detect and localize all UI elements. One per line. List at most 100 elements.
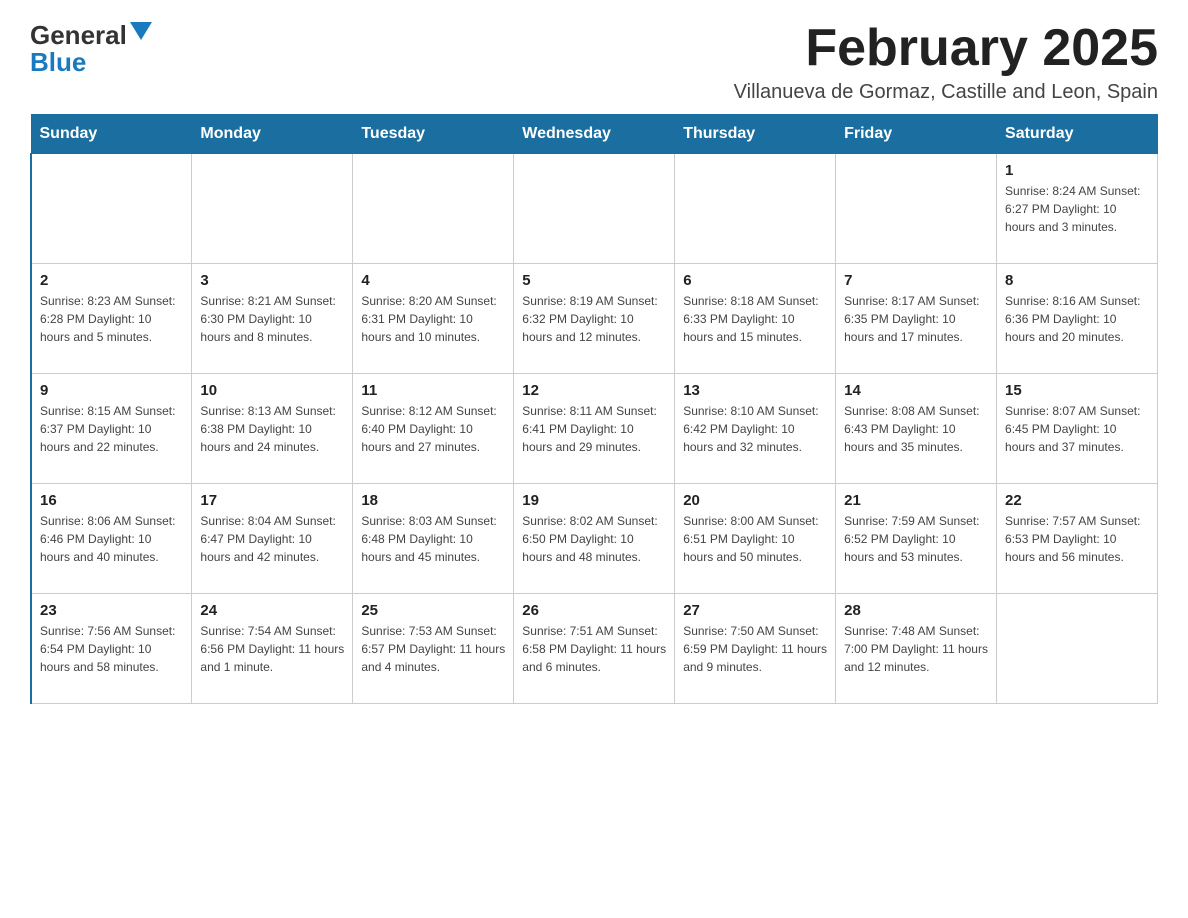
logo-triangle-icon <box>130 22 152 40</box>
calendar-cell: 3 Sunrise: 8:21 AM Sunset: 6:30 PM Daylig… <box>192 264 353 374</box>
day-info: Sunrise: 8:19 AM Sunset: 6:32 PM Dayligh… <box>522 292 666 346</box>
day-info: Sunrise: 8:02 AM Sunset: 6:50 PM Dayligh… <box>522 512 666 566</box>
day-number: 25 <box>361 602 505 619</box>
day-number: 23 <box>40 602 183 619</box>
calendar-cell: 24 Sunrise: 7:54 AM Sunset: 6:56 PM Dayli… <box>192 594 353 704</box>
calendar-cell: 14 Sunrise: 8:08 AM Sunset: 6:43 PM Dayli… <box>836 374 997 484</box>
day-info: Sunrise: 7:56 AM Sunset: 6:54 PM Dayligh… <box>40 622 183 676</box>
day-number: 24 <box>200 602 344 619</box>
day-number: 16 <box>40 492 183 509</box>
day-number: 18 <box>361 492 505 509</box>
day-number: 21 <box>844 492 988 509</box>
calendar-cell: 18 Sunrise: 8:03 AM Sunset: 6:48 PM Dayli… <box>353 484 514 594</box>
day-info: Sunrise: 8:17 AM Sunset: 6:35 PM Dayligh… <box>844 292 988 346</box>
day-info: Sunrise: 8:23 AM Sunset: 6:28 PM Dayligh… <box>40 292 183 346</box>
calendar-cell: 28 Sunrise: 7:48 AM Sunset: 7:00 PM Dayli… <box>836 594 997 704</box>
calendar-cell: 6Sunrise: 8:18 AM Sunset: 6:33 PM Daylig… <box>675 264 836 374</box>
day-info: Sunrise: 8:04 AM Sunset: 6:47 PM Dayligh… <box>200 512 344 566</box>
day-info: Sunrise: 8:21 AM Sunset: 6:30 PM Dayligh… <box>200 292 344 346</box>
calendar-cell: 1 Sunrise: 8:24 AM Sunset: 6:27 PM Daylig… <box>997 154 1158 264</box>
calendar-cell <box>192 154 353 264</box>
day-number: 19 <box>522 492 666 509</box>
calendar-cell: 4 Sunrise: 8:20 AM Sunset: 6:31 PM Daylig… <box>353 264 514 374</box>
day-number: 28 <box>844 602 988 619</box>
day-info: Sunrise: 8:13 AM Sunset: 6:38 PM Dayligh… <box>200 402 344 456</box>
day-info: Sunrise: 7:59 AM Sunset: 6:52 PM Dayligh… <box>844 512 988 566</box>
day-number: 8 <box>1005 272 1149 289</box>
col-sunday: Sunday <box>31 115 192 154</box>
day-number: 6 <box>683 272 827 289</box>
day-number: 10 <box>200 382 344 399</box>
calendar-cell <box>997 594 1158 704</box>
col-monday: Monday <box>192 115 353 154</box>
day-number: 5 <box>522 272 666 289</box>
day-number: 27 <box>683 602 827 619</box>
day-number: 20 <box>683 492 827 509</box>
calendar-cell: 26 Sunrise: 7:51 AM Sunset: 6:58 PM Dayli… <box>514 594 675 704</box>
day-info: Sunrise: 8:08 AM Sunset: 6:43 PM Dayligh… <box>844 402 988 456</box>
calendar-cell: 7Sunrise: 8:17 AM Sunset: 6:35 PM Daylig… <box>836 264 997 374</box>
day-number: 11 <box>361 382 505 399</box>
calendar-cell: 11 Sunrise: 8:12 AM Sunset: 6:40 PM Dayli… <box>353 374 514 484</box>
col-tuesday: Tuesday <box>353 115 514 154</box>
day-number: 15 <box>1005 382 1149 399</box>
calendar-cell: 12 Sunrise: 8:11 AM Sunset: 6:41 PM Dayli… <box>514 374 675 484</box>
calendar-row-2: 9Sunrise: 8:15 AM Sunset: 6:37 PM Daylig… <box>31 374 1158 484</box>
calendar-cell: 23 Sunrise: 7:56 AM Sunset: 6:54 PM Dayli… <box>31 594 192 704</box>
header: General Blue February 2025 Villanueva de… <box>30 20 1158 104</box>
calendar-cell: 17 Sunrise: 8:04 AM Sunset: 6:47 PM Dayli… <box>192 484 353 594</box>
calendar-cell: 2 Sunrise: 8:23 AM Sunset: 6:28 PM Daylig… <box>31 264 192 374</box>
day-number: 14 <box>844 382 988 399</box>
calendar-cell: 5 Sunrise: 8:19 AM Sunset: 6:32 PM Daylig… <box>514 264 675 374</box>
day-number: 12 <box>522 382 666 399</box>
calendar-row-4: 23 Sunrise: 7:56 AM Sunset: 6:54 PM Dayli… <box>31 594 1158 704</box>
calendar-row-0: 1 Sunrise: 8:24 AM Sunset: 6:27 PM Daylig… <box>31 154 1158 264</box>
calendar-cell <box>353 154 514 264</box>
day-number: 3 <box>200 272 344 289</box>
day-number: 13 <box>683 382 827 399</box>
calendar-cell: 9Sunrise: 8:15 AM Sunset: 6:37 PM Daylig… <box>31 374 192 484</box>
day-info: Sunrise: 7:51 AM Sunset: 6:58 PM Dayligh… <box>522 622 666 676</box>
day-info: Sunrise: 7:57 AM Sunset: 6:53 PM Dayligh… <box>1005 512 1149 566</box>
day-info: Sunrise: 8:06 AM Sunset: 6:46 PM Dayligh… <box>40 512 183 566</box>
day-number: 17 <box>200 492 344 509</box>
logo-text-blue: Blue <box>30 47 86 78</box>
day-info: Sunrise: 8:10 AM Sunset: 6:42 PM Dayligh… <box>683 402 827 456</box>
day-number: 22 <box>1005 492 1149 509</box>
calendar-row-3: 16 Sunrise: 8:06 AM Sunset: 6:46 PM Dayli… <box>31 484 1158 594</box>
day-info: Sunrise: 8:24 AM Sunset: 6:27 PM Dayligh… <box>1005 182 1149 236</box>
day-number: 4 <box>361 272 505 289</box>
subtitle: Villanueva de Gormaz, Castille and Leon,… <box>734 81 1158 104</box>
day-info: Sunrise: 8:07 AM Sunset: 6:45 PM Dayligh… <box>1005 402 1149 456</box>
day-info: Sunrise: 7:54 AM Sunset: 6:56 PM Dayligh… <box>200 622 344 676</box>
day-info: Sunrise: 8:00 AM Sunset: 6:51 PM Dayligh… <box>683 512 827 566</box>
calendar-row-1: 2 Sunrise: 8:23 AM Sunset: 6:28 PM Daylig… <box>31 264 1158 374</box>
calendar-cell <box>675 154 836 264</box>
col-friday: Friday <box>836 115 997 154</box>
day-number: 26 <box>522 602 666 619</box>
day-number: 1 <box>1005 162 1149 179</box>
calendar-cell: 15 Sunrise: 8:07 AM Sunset: 6:45 PM Dayli… <box>997 374 1158 484</box>
calendar-cell: 21 Sunrise: 7:59 AM Sunset: 6:52 PM Dayli… <box>836 484 997 594</box>
day-number: 2 <box>40 272 183 289</box>
day-info: Sunrise: 8:16 AM Sunset: 6:36 PM Dayligh… <box>1005 292 1149 346</box>
calendar-cell <box>31 154 192 264</box>
calendar-cell: 10 Sunrise: 8:13 AM Sunset: 6:38 PM Dayli… <box>192 374 353 484</box>
day-info: Sunrise: 7:48 AM Sunset: 7:00 PM Dayligh… <box>844 622 988 676</box>
col-wednesday: Wednesday <box>514 115 675 154</box>
day-info: Sunrise: 8:12 AM Sunset: 6:40 PM Dayligh… <box>361 402 505 456</box>
calendar-cell: 16 Sunrise: 8:06 AM Sunset: 6:46 PM Dayli… <box>31 484 192 594</box>
calendar-table: Sunday Monday Tuesday Wednesday Thursday… <box>30 114 1158 704</box>
main-title: February 2025 <box>734 20 1158 77</box>
day-info: Sunrise: 8:03 AM Sunset: 6:48 PM Dayligh… <box>361 512 505 566</box>
day-info: Sunrise: 8:15 AM Sunset: 6:37 PM Dayligh… <box>40 402 183 456</box>
logo: General Blue <box>30 20 152 78</box>
day-info: Sunrise: 8:11 AM Sunset: 6:41 PM Dayligh… <box>522 402 666 456</box>
calendar-header-row: Sunday Monday Tuesday Wednesday Thursday… <box>31 115 1158 154</box>
calendar-cell: 22 Sunrise: 7:57 AM Sunset: 6:53 PM Dayli… <box>997 484 1158 594</box>
day-info: Sunrise: 8:20 AM Sunset: 6:31 PM Dayligh… <box>361 292 505 346</box>
calendar-cell: 20 Sunrise: 8:00 AM Sunset: 6:51 PM Dayli… <box>675 484 836 594</box>
calendar-cell <box>836 154 997 264</box>
calendar-cell: 27Sunrise: 7:50 AM Sunset: 6:59 PM Dayli… <box>675 594 836 704</box>
title-area: February 2025 Villanueva de Gormaz, Cast… <box>734 20 1158 104</box>
